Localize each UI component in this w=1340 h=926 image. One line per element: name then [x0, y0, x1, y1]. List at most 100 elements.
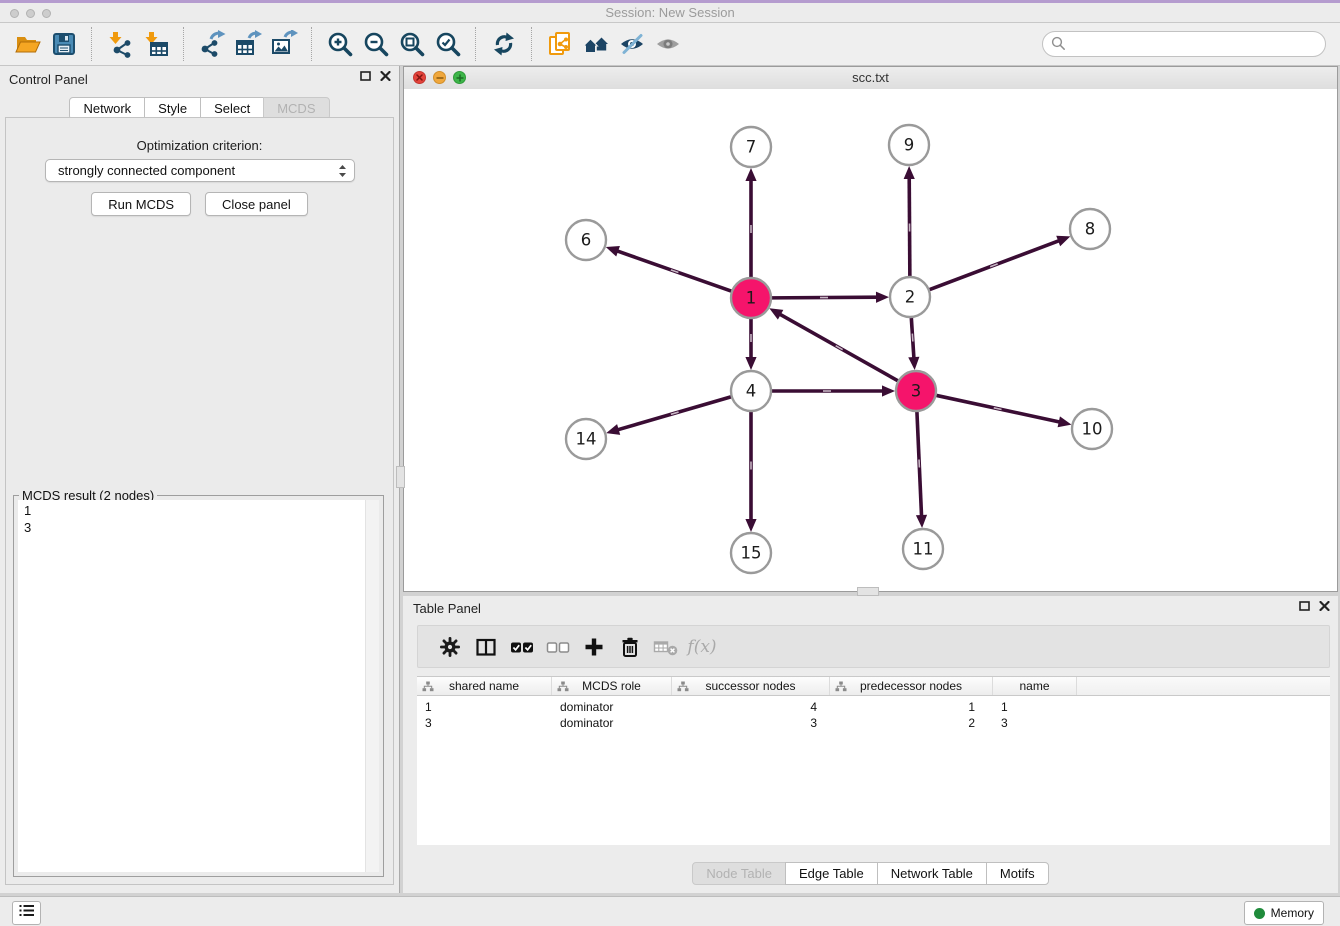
add-button[interactable]: [576, 635, 612, 659]
unselect-all-button[interactable]: [540, 635, 576, 659]
close-table-panel-icon[interactable]: [1319, 601, 1330, 611]
graph-edge-1-7[interactable]: [745, 168, 756, 277]
graph-edge-4-15[interactable]: [745, 412, 756, 532]
export-image-button[interactable]: [266, 26, 302, 62]
svg-text:14: 14: [576, 430, 597, 449]
clone-network-button[interactable]: [542, 26, 578, 62]
close-panel-button[interactable]: Close panel: [205, 192, 308, 216]
column-header-name[interactable]: name: [993, 677, 1077, 695]
app-titlebar: Session: New Session: [0, 0, 1340, 23]
cell-successor-nodes[interactable]: 4: [672, 700, 830, 714]
graph-edge-1-6[interactable]: [606, 246, 731, 291]
status-bar: Memory: [0, 896, 1340, 926]
graph-edge-3-1[interactable]: [769, 308, 897, 380]
graph-edge-2-9[interactable]: [904, 166, 915, 276]
open-session-button[interactable]: [10, 26, 46, 62]
run-mcds-button[interactable]: Run MCDS: [91, 192, 191, 216]
cell-shared-name[interactable]: 3: [417, 716, 552, 730]
cell-predecessor-nodes[interactable]: 1: [830, 700, 993, 714]
import-table-button[interactable]: [138, 26, 174, 62]
column-header-mcds-role[interactable]: MCDS role: [552, 677, 672, 695]
zoom-out-button[interactable]: [358, 26, 394, 62]
vertical-splitter-handle[interactable]: [396, 466, 405, 488]
tab-motifs[interactable]: Motifs: [986, 862, 1049, 885]
tab-node-table[interactable]: Node Table: [692, 862, 786, 885]
float-panel-icon[interactable]: [360, 71, 371, 81]
criterion-select[interactable]: strongly connected component: [45, 159, 355, 182]
table-row[interactable]: 1dominator411: [417, 699, 1330, 715]
export-table-button[interactable]: [230, 26, 266, 62]
graph-node-9[interactable]: 9: [889, 125, 929, 165]
export-network-button[interactable]: [194, 26, 230, 62]
cell-shared-name[interactable]: 1: [417, 700, 552, 714]
maximize-window-icon[interactable]: [453, 71, 466, 84]
graph-node-4[interactable]: 4: [731, 371, 771, 411]
graph-edge-2-3[interactable]: [908, 318, 919, 370]
graph-node-10[interactable]: 10: [1072, 409, 1112, 449]
column-header-predecessor-nodes[interactable]: predecessor nodes: [830, 677, 993, 695]
task-history-button[interactable]: [12, 901, 41, 925]
result-line: 3: [18, 519, 379, 536]
cell-mcds-role[interactable]: dominator: [552, 716, 672, 730]
close-panel-icon[interactable]: [380, 71, 391, 81]
horizontal-splitter-handle[interactable]: [857, 587, 879, 596]
search-box: [1042, 31, 1326, 57]
delete-table-button: [648, 635, 684, 659]
cell-predecessor-nodes[interactable]: 2: [830, 716, 993, 730]
select-all-button[interactable]: [504, 635, 540, 659]
graph-node-3[interactable]: 3: [896, 371, 936, 411]
graph-edge-4-14[interactable]: [606, 397, 731, 435]
close-window-icon[interactable]: [413, 71, 426, 84]
result-scrollbar[interactable]: [365, 500, 379, 872]
tab-network-table[interactable]: Network Table: [877, 862, 987, 885]
first-neighbors-button[interactable]: [578, 26, 614, 62]
graph-edge-1-4[interactable]: [745, 319, 756, 370]
graph-node-11[interactable]: 11: [903, 529, 943, 569]
tab-edge-table[interactable]: Edge Table: [785, 862, 878, 885]
graph-edge-4-3[interactable]: [772, 385, 895, 396]
save-session-button[interactable]: [46, 26, 82, 62]
table-row[interactable]: 3dominator323: [417, 715, 1330, 731]
graph-node-8[interactable]: 8: [1070, 209, 1110, 249]
split-pane-button[interactable]: [468, 635, 504, 659]
graph-node-15[interactable]: 15: [731, 533, 771, 573]
float-table-panel-icon[interactable]: [1299, 601, 1310, 611]
zoom-fit-button[interactable]: [394, 26, 430, 62]
cell-name[interactable]: 3: [993, 716, 1077, 730]
svg-text:7: 7: [746, 138, 757, 157]
svg-text:9: 9: [904, 136, 915, 155]
cell-successor-nodes[interactable]: 3: [672, 716, 830, 730]
column-header-shared-name[interactable]: shared name: [417, 677, 552, 695]
network-canvas[interactable]: 7 9 6 8 1 2 4 3 14 10 15 11: [404, 89, 1337, 591]
graph-edge-3-10[interactable]: [937, 395, 1072, 427]
show-all-button: [650, 26, 686, 62]
zoom-selected-button[interactable]: [430, 26, 466, 62]
svg-text:1: 1: [746, 289, 757, 308]
minimize-window-icon[interactable]: [433, 71, 446, 84]
graph-node-7[interactable]: 7: [731, 127, 771, 167]
cell-name[interactable]: 1: [993, 700, 1077, 714]
hide-selected-button[interactable]: [614, 26, 650, 62]
control-panel: Control Panel NetworkStyleSelectMCDS Opt…: [0, 66, 400, 893]
graph-node-14[interactable]: 14: [566, 419, 606, 459]
graph-node-2[interactable]: 2: [890, 277, 930, 317]
import-network-button[interactable]: [102, 26, 138, 62]
mcds-panel: Optimization criterion: strongly connect…: [5, 117, 394, 885]
delete-button[interactable]: [612, 635, 648, 659]
mcds-result-list[interactable]: 13: [18, 500, 379, 872]
search-input[interactable]: [1042, 31, 1326, 57]
toolbar-separator: [183, 27, 185, 61]
refresh-layout-button[interactable]: [486, 26, 522, 62]
graph-node-1[interactable]: 1: [731, 278, 771, 318]
memory-button[interactable]: Memory: [1244, 901, 1324, 925]
graph-edge-3-11[interactable]: [916, 412, 927, 528]
memory-label: Memory: [1271, 906, 1314, 920]
column-header-successor-nodes[interactable]: successor nodes: [672, 677, 830, 695]
control-panel-title: Control Panel: [9, 72, 88, 87]
cell-mcds-role[interactable]: dominator: [552, 700, 672, 714]
graph-edge-1-2[interactable]: [772, 292, 889, 303]
graph-node-6[interactable]: 6: [566, 220, 606, 260]
graph-edge-2-8[interactable]: [930, 236, 1071, 290]
settings-button[interactable]: [432, 635, 468, 659]
zoom-in-button[interactable]: [322, 26, 358, 62]
